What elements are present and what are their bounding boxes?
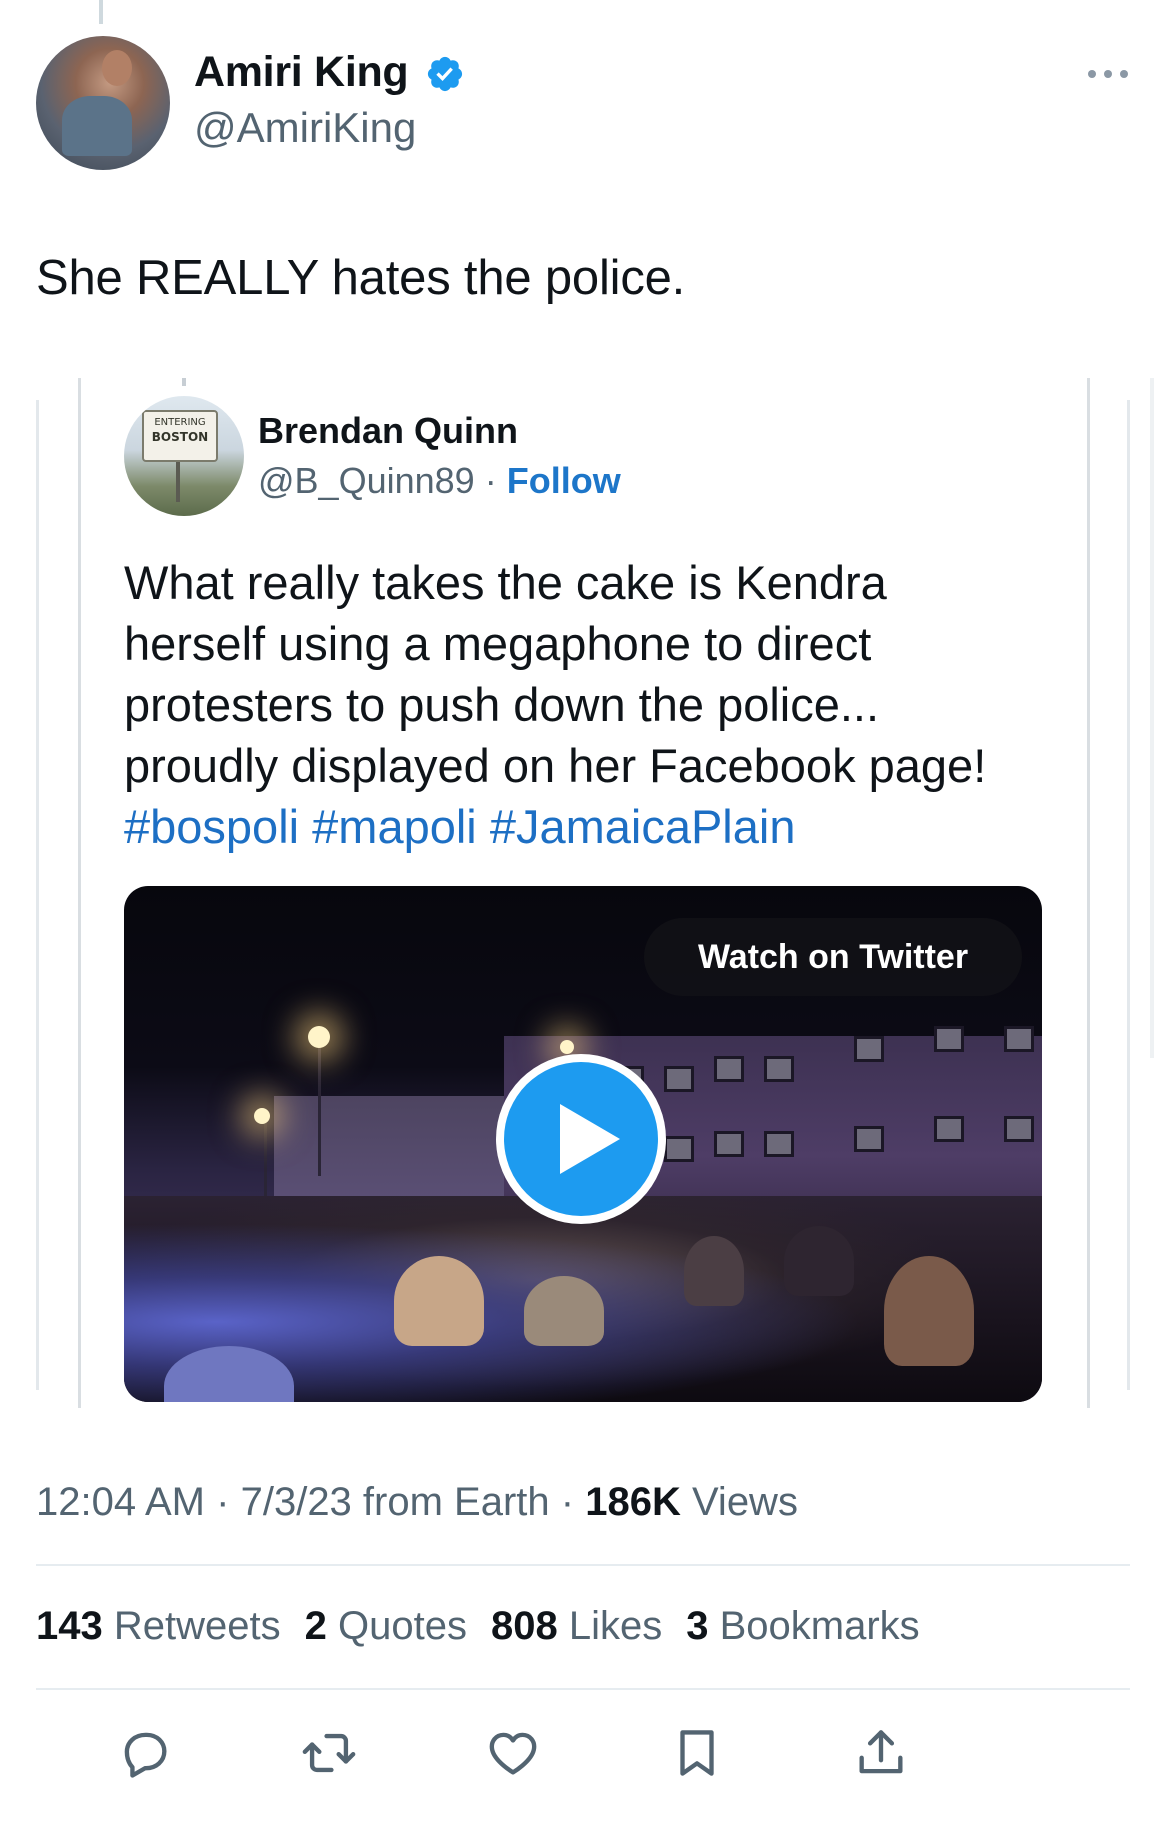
watch-on-twitter-button[interactable]: Watch on Twitter — [644, 918, 1022, 996]
separator-dot: · — [560, 1480, 575, 1524]
follow-link[interactable]: Follow — [507, 460, 621, 501]
quoted-author-handle[interactable]: @B_Quinn89 — [258, 460, 475, 501]
building-window — [934, 1116, 964, 1142]
card-border-far-right — [1150, 378, 1154, 1058]
crowd-person — [684, 1236, 744, 1306]
hashtag-link[interactable]: #bospoli — [124, 800, 299, 853]
more-dot — [1104, 70, 1112, 78]
bookmarks-count: 3 — [686, 1604, 709, 1648]
quoted-author-handle-row: @B_Quinn89 · Follow — [258, 460, 621, 502]
building-window — [854, 1036, 884, 1062]
card-border-outer-left — [36, 400, 39, 1390]
avatar-figure-head — [102, 50, 132, 86]
likes-label: Likes — [568, 1604, 663, 1648]
play-icon[interactable] — [496, 1054, 666, 1224]
building-window — [664, 1136, 694, 1162]
bookmark-icon[interactable] — [662, 1718, 732, 1788]
building-window — [934, 1026, 964, 1052]
hashtag-link[interactable]: #mapoli — [312, 800, 477, 853]
building-window — [664, 1066, 694, 1092]
likes-count: 808 — [490, 1604, 558, 1648]
crowd-person — [524, 1276, 604, 1346]
quoted-author-name[interactable]: Brendan Quinn — [258, 410, 518, 452]
divider — [36, 1688, 1130, 1690]
street-lamp — [308, 1026, 330, 1048]
hashtag-line: #bospoli #mapoli #JamaicaPlain — [124, 796, 1084, 857]
quoted-author-avatar[interactable]: ENTERING BOSTON — [124, 396, 244, 516]
divider — [36, 1564, 1130, 1566]
card-border-inner-right — [1087, 378, 1090, 1408]
separator-dot: · — [216, 1480, 230, 1524]
author-handle[interactable]: @AmiriKing — [194, 104, 416, 152]
quoted-tweet-text: What really takes the cake is Kendra her… — [124, 552, 1084, 857]
quoted-text-line: herself using a megaphone to direct — [124, 617, 872, 670]
quotes-stat[interactable]: 2 Quotes — [305, 1604, 467, 1649]
more-options-icon[interactable] — [1080, 64, 1136, 84]
building-window — [854, 1126, 884, 1152]
quotes-count: 2 — [304, 1604, 327, 1648]
street-lamp — [254, 1108, 270, 1124]
views-label: Views — [691, 1480, 798, 1524]
building-window — [764, 1131, 794, 1157]
retweets-stat[interactable]: 143 Retweets — [36, 1604, 281, 1649]
building-window — [714, 1131, 744, 1157]
building-window — [1004, 1026, 1034, 1052]
sign-top-text: ENTERING — [154, 417, 206, 428]
verified-badge-icon — [427, 56, 463, 92]
tweet-author-header: Amiri King @AmiriKing — [36, 36, 1136, 172]
tweet-meta: 12:04 AM · 7/3/23 from Earth · 186K View… — [36, 1480, 798, 1525]
card-border-inner-left — [78, 378, 81, 1408]
sign-post — [176, 462, 180, 502]
crowd-person — [394, 1256, 484, 1346]
building-window — [764, 1056, 794, 1082]
retweet-icon[interactable] — [294, 1718, 364, 1788]
engagement-stats: 143 Retweets 2 Quotes 808 Likes 3 Bookma… — [36, 1604, 920, 1649]
avatar-boston-sign: ENTERING BOSTON — [142, 410, 218, 462]
tweet-actions-bar — [36, 1718, 1130, 1788]
play-triangle — [560, 1104, 620, 1174]
retweets-label: Retweets — [113, 1604, 281, 1648]
quoted-text-line: proudly displayed on her Facebook page! — [124, 739, 987, 792]
avatar-figure-body — [62, 96, 132, 156]
quoted-text-line: What really takes the cake is Kendra — [124, 556, 887, 609]
video-crowd — [124, 1196, 1042, 1402]
card-border-outer-right — [1127, 400, 1130, 1390]
tweet-body-text: She REALLY hates the police. — [36, 251, 686, 305]
street-lamp-pole — [318, 1036, 321, 1176]
building-window — [1004, 1116, 1034, 1142]
crowd-person — [164, 1346, 294, 1402]
street-lamp — [560, 1040, 574, 1054]
card-top-tick — [182, 378, 186, 386]
tweet-date-source: 7/3/23 from Earth — [240, 1480, 550, 1524]
building-window — [714, 1056, 744, 1082]
sign-bottom-text: BOSTON — [151, 430, 209, 444]
share-icon[interactable] — [846, 1718, 916, 1788]
author-avatar[interactable] — [36, 36, 170, 170]
crowd-person — [884, 1256, 974, 1366]
views-count: 186K — [585, 1480, 681, 1524]
separator-dot: · — [484, 460, 497, 501]
video-thumbnail[interactable]: Watch on Twitter — [124, 886, 1042, 1402]
play-button-circle — [504, 1062, 658, 1216]
retweets-count: 143 — [36, 1604, 103, 1648]
likes-stat[interactable]: 808 Likes — [491, 1604, 662, 1649]
crowd-person — [784, 1226, 854, 1296]
quoted-text-line: protesters to push down the police... — [124, 678, 880, 731]
bookmarks-label: Bookmarks — [719, 1604, 920, 1648]
bookmarks-stat[interactable]: 3 Bookmarks — [686, 1604, 919, 1649]
more-dot — [1120, 70, 1128, 78]
reply-icon[interactable] — [110, 1718, 180, 1788]
quotes-label: Quotes — [338, 1604, 467, 1648]
like-icon[interactable] — [478, 1718, 548, 1788]
tweet-time[interactable]: 12:04 AM — [36, 1480, 205, 1524]
thread-connector-line — [99, 0, 103, 24]
hashtag-link[interactable]: #JamaicaPlain — [490, 800, 796, 853]
more-dot — [1088, 70, 1096, 78]
author-display-name[interactable]: Amiri King — [194, 48, 409, 97]
street-lamp-pole — [264, 1116, 267, 1196]
